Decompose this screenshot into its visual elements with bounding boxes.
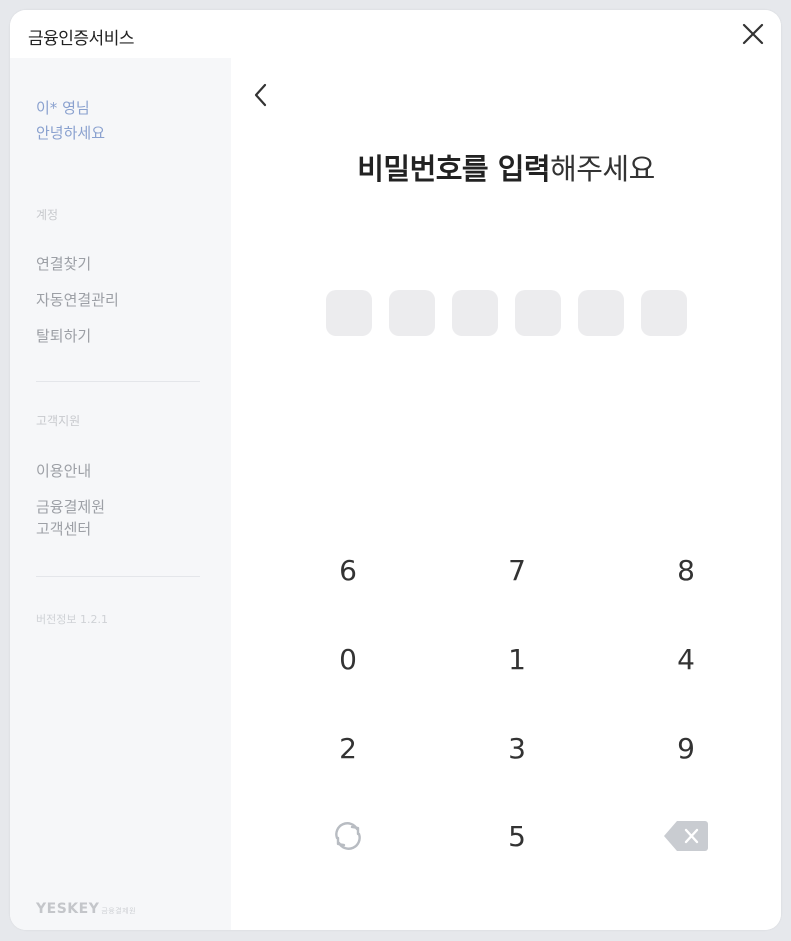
brand-name: YESKEY <box>36 901 100 917</box>
sidebar-item-guide[interactable]: 이용안내 <box>36 460 91 482</box>
sidebar: 이* 영님 안녕하세요 계정 연결찾기 자동연결관리 탈퇴하기 고객지원 이용안… <box>10 58 231 930</box>
keypad-key[interactable]: 8 <box>626 540 746 600</box>
sidebar-item-find-connection[interactable]: 연결찾기 <box>36 253 91 275</box>
greeting-hello: 안녕하세요 <box>36 124 106 142</box>
sidebar-divider <box>36 381 200 382</box>
backspace-button[interactable] <box>626 806 746 866</box>
sidebar-item-customer-center[interactable]: 금융결제원 고객센터 <box>36 496 105 540</box>
keypad-key[interactable]: 3 <box>457 718 577 778</box>
close-button[interactable] <box>739 20 767 48</box>
brand-logo: YESKEY 금융결제원 <box>36 901 136 917</box>
pin-box <box>641 290 687 336</box>
refresh-icon <box>335 822 361 850</box>
greeting-name: 이* 영님 <box>36 99 90 117</box>
brand-sub: 금융결제원 <box>101 907 137 915</box>
pin-box <box>389 290 435 336</box>
keypad-key[interactable]: 1 <box>457 629 577 689</box>
keypad-key[interactable]: 4 <box>626 629 746 689</box>
window-title: 금융인증서비스 <box>28 29 134 49</box>
page-title: 비밀번호를 입력해주세요 <box>231 146 781 188</box>
back-button[interactable] <box>249 80 273 110</box>
sidebar-item-auto-connect[interactable]: 자동연결관리 <box>36 289 119 311</box>
version-info: 버전정보 1.2.1 <box>36 613 108 626</box>
keypad-key[interactable]: 6 <box>288 540 408 600</box>
shuffle-button[interactable] <box>288 806 408 866</box>
keypad-key[interactable]: 0 <box>288 629 408 689</box>
password-panel: 비밀번호를 입력해주세요 6 7 8 0 1 4 2 3 9 5 <box>231 58 781 930</box>
pin-box <box>578 290 624 336</box>
customer-center-line2: 고객센터 <box>36 520 92 538</box>
title-normal: 해주세요 <box>550 152 655 186</box>
customer-center-line1: 금융결제원 <box>36 498 106 516</box>
close-icon <box>742 23 764 45</box>
backspace-icon <box>664 821 708 851</box>
chevron-left-icon <box>254 83 267 107</box>
title-bar: 금융인증서비스 <box>10 10 781 58</box>
keypad-key[interactable]: 2 <box>288 718 408 778</box>
section-label-account: 계정 <box>36 208 59 222</box>
keypad-key[interactable]: 7 <box>457 540 577 600</box>
sidebar-divider <box>36 576 200 577</box>
pin-box <box>515 290 561 336</box>
sidebar-item-withdraw[interactable]: 탈퇴하기 <box>36 325 91 347</box>
keypad-key[interactable]: 9 <box>626 718 746 778</box>
pin-box <box>452 290 498 336</box>
section-label-support: 고객지원 <box>36 414 81 428</box>
auth-window: 금융인증서비스 이* 영님 안녕하세요 계정 연결찾기 자동연결관리 탈퇴하기 … <box>10 10 781 930</box>
title-bold: 비밀번호를 입력 <box>357 152 551 186</box>
keypad-key[interactable]: 5 <box>457 806 577 866</box>
pin-box <box>326 290 372 336</box>
greeting: 이* 영님 안녕하세요 <box>36 96 105 146</box>
